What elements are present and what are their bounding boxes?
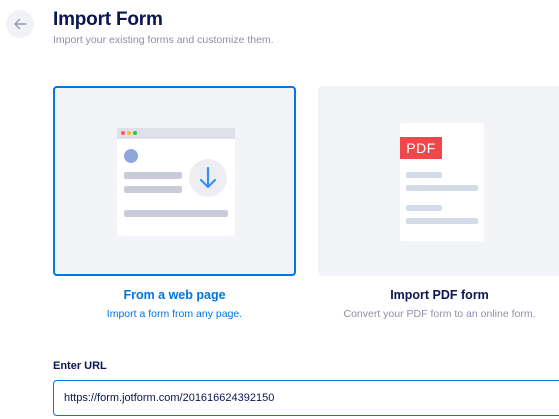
import-form-page: Import Form Import your existing forms a… xyxy=(0,0,559,419)
window-dot-yellow xyxy=(127,131,131,135)
text-line-placeholder xyxy=(124,172,182,179)
text-line-placeholder xyxy=(406,205,442,211)
url-input[interactable] xyxy=(53,380,559,416)
text-line-placeholder xyxy=(124,186,182,193)
pdf-badge: PDF xyxy=(400,137,442,159)
option-card-pdf[interactable]: PDF xyxy=(318,86,559,276)
window-dot-red xyxy=(121,131,125,135)
page-title: Import Form xyxy=(53,9,163,30)
browser-bar xyxy=(117,128,235,139)
option-web-title[interactable]: From a web page xyxy=(53,288,296,302)
option-card-web-page[interactable] xyxy=(53,86,296,276)
page-subtitle: Import your existing forms and customize… xyxy=(53,34,274,46)
web-page-illustration xyxy=(117,128,235,236)
option-pdf-description: Convert your PDF form to an online form. xyxy=(343,308,536,320)
text-line-placeholder xyxy=(406,172,442,178)
url-field-label: Enter URL xyxy=(53,360,107,372)
pdf-document-illustration: PDF xyxy=(400,123,484,241)
window-dot-green xyxy=(133,131,137,135)
text-line-placeholder xyxy=(406,218,478,224)
download-arrow-icon xyxy=(199,166,217,189)
option-web-description: Import a form from any page. xyxy=(106,308,243,320)
arrow-left-icon xyxy=(14,18,27,30)
avatar-placeholder xyxy=(124,149,138,163)
download-badge xyxy=(189,159,227,197)
text-line-placeholder xyxy=(124,210,228,217)
back-button[interactable] xyxy=(6,10,34,38)
text-line-placeholder xyxy=(406,185,478,191)
option-pdf-title[interactable]: Import PDF form xyxy=(318,288,559,302)
